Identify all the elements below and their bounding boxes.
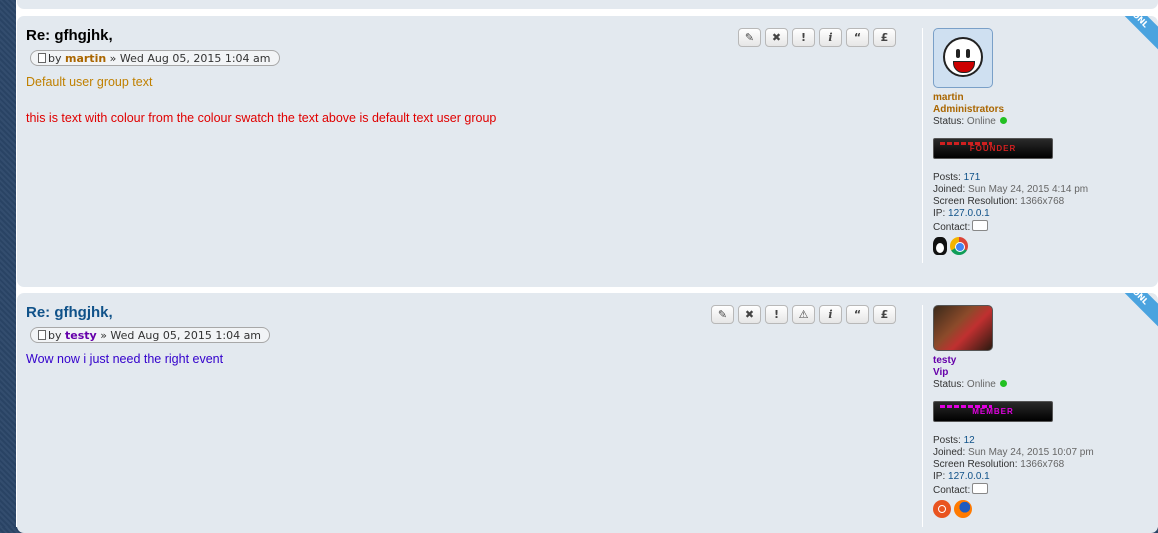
status-value: Online [966, 116, 996, 127]
post: ONL Re: gfhgjhk, by martin » Wed Aug 05,… [17, 16, 1158, 287]
ghost-avatar-image [943, 37, 983, 77]
quote-button[interactable]: “ [846, 28, 869, 47]
eye-shape [956, 49, 960, 58]
post-title[interactable]: Re: gfhgjhk, [26, 304, 113, 321]
thanks-button[interactable]: £ [873, 28, 896, 47]
post-author-line: by testy » Wed Aug 05, 2015 1:04 am [30, 327, 271, 343]
resolution-label: Screen Resolution: [933, 459, 1018, 470]
profile-username[interactable]: martin [933, 92, 1152, 104]
report-button[interactable]: ! [792, 28, 815, 47]
post-date: » Wed Aug 05, 2015 1:04 am [109, 52, 271, 65]
author-link[interactable]: martin [65, 52, 106, 65]
post: ONL Re: gfhgjhk, by testy » Wed Aug 05, … [17, 293, 1158, 533]
firefox-icon [954, 500, 972, 518]
edit-button[interactable]: ✎ [738, 28, 761, 47]
warn-button[interactable]: ⚠ [792, 305, 815, 324]
posts-count-link[interactable]: 12 [964, 435, 975, 446]
previous-post-bottom [17, 0, 1158, 9]
chrome-icon [950, 237, 968, 255]
rank-image: MEMBER [933, 401, 1053, 422]
posts-label: Posts: [933, 172, 961, 183]
posts-label: Posts: [933, 435, 961, 446]
contact-label: Contact: [933, 222, 971, 233]
resolution-label: Screen Resolution: [933, 196, 1018, 207]
resolution-value: 1366x768 [1020, 459, 1065, 470]
avatar[interactable] [933, 28, 993, 88]
joined-value: Sun May 24, 2015 4:14 pm [968, 184, 1089, 195]
post-author-line: by martin » Wed Aug 05, 2015 1:04 am [30, 50, 280, 66]
status-label: Status: [933, 116, 965, 127]
status-row: Status: Online [933, 116, 1152, 128]
posts-count-link[interactable]: 171 [964, 172, 981, 183]
ubuntu-icon [933, 500, 951, 518]
linux-icon [933, 237, 947, 255]
status-label: Status: [933, 379, 965, 390]
joined-label: Joined: [933, 447, 966, 458]
post-buttons: ✎ ✖ ! i “ £ [738, 28, 896, 47]
delete-button[interactable]: ✖ [765, 28, 788, 47]
profile-rank: Administrators [933, 104, 1005, 115]
post-file-icon[interactable] [38, 330, 46, 340]
os-browser-icons [933, 500, 1152, 518]
post-profile: martin Administrators Status: Online FOU… [922, 28, 1152, 263]
post-date: » Wed Aug 05, 2015 1:04 am [100, 329, 262, 342]
info-button[interactable]: i [819, 28, 842, 47]
contact-icon[interactable] [972, 220, 989, 231]
thanks-button[interactable]: £ [873, 305, 896, 324]
by-label: by [48, 329, 62, 342]
by-label: by [48, 52, 62, 65]
posts-row: Posts: 12 [933, 435, 1152, 447]
status-value: Online [966, 379, 996, 390]
eye-shape [966, 49, 970, 58]
delete-button[interactable]: ✖ [738, 305, 761, 324]
contact-label: Contact: [933, 485, 971, 496]
ip-row: IP: 127.0.0.1 [933, 208, 1152, 220]
contact-row: Contact: [933, 220, 1152, 234]
post-content-line: Wow now i just need the right event [26, 352, 224, 366]
joined-label: Joined: [933, 184, 966, 195]
profile-username[interactable]: testy [933, 355, 1152, 367]
resolution-row: Screen Resolution: 1366x768 [933, 196, 1152, 208]
ip-link[interactable]: 127.0.0.1 [948, 208, 990, 219]
joined-value: Sun May 24, 2015 10:07 pm [968, 447, 1094, 458]
ip-link[interactable]: 127.0.0.1 [948, 471, 990, 482]
online-dot-icon [999, 380, 1007, 387]
ip-label: IP: [933, 208, 946, 219]
post-content-line: this is text with colour from the colour… [26, 111, 497, 125]
profile-rank: Vip [933, 367, 949, 378]
report-button[interactable]: ! [765, 305, 788, 324]
info-button[interactable]: i [819, 305, 842, 324]
quote-button[interactable]: “ [846, 305, 869, 324]
joined-row: Joined: Sun May 24, 2015 4:14 pm [933, 184, 1152, 196]
ip-row: IP: 127.0.0.1 [933, 471, 1152, 483]
posts-row: Posts: 171 [933, 172, 1152, 184]
post-file-icon[interactable] [38, 53, 46, 63]
os-browser-icons [933, 237, 1152, 255]
resolution-value: 1366x768 [1020, 196, 1065, 207]
contact-icon[interactable] [972, 483, 989, 494]
mouth-shape [953, 61, 975, 73]
author-link[interactable]: testy [65, 329, 97, 342]
joined-row: Joined: Sun May 24, 2015 10:07 pm [933, 447, 1152, 459]
edit-button[interactable]: ✎ [711, 305, 734, 324]
online-dot-icon [999, 117, 1007, 124]
rank-image: FOUNDER [933, 138, 1053, 159]
avatar[interactable] [933, 305, 993, 351]
status-row: Status: Online [933, 379, 1152, 391]
contact-row: Contact: [933, 483, 1152, 497]
post-title[interactable]: Re: gfhgjhk, [26, 27, 113, 44]
post-profile: testy Vip Status: Online MEMBER Posts: 1… [922, 305, 1152, 527]
ip-label: IP: [933, 471, 946, 482]
resolution-row: Screen Resolution: 1366x768 [933, 459, 1152, 471]
post-content-line: Default user group text [26, 75, 153, 89]
post-buttons: ✎ ✖ ! ⚠ i “ £ [711, 305, 896, 324]
